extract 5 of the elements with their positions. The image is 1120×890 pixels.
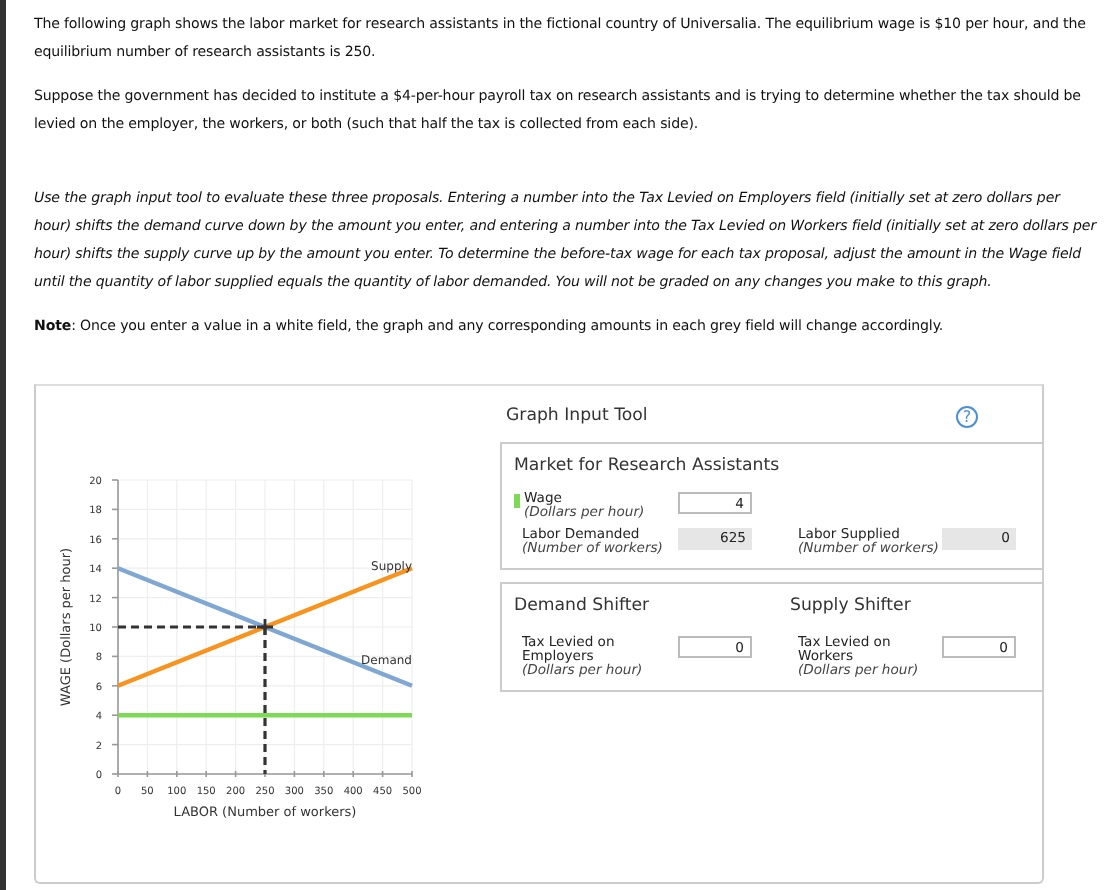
box-title: Market for Research Assistants — [514, 456, 782, 476]
crosshair-icon[interactable] — [255, 617, 275, 637]
box-title: Supply Shifter — [790, 596, 913, 616]
box-title: Demand Shifter — [514, 596, 652, 616]
tool-title: Graph Input Tool — [506, 406, 648, 426]
